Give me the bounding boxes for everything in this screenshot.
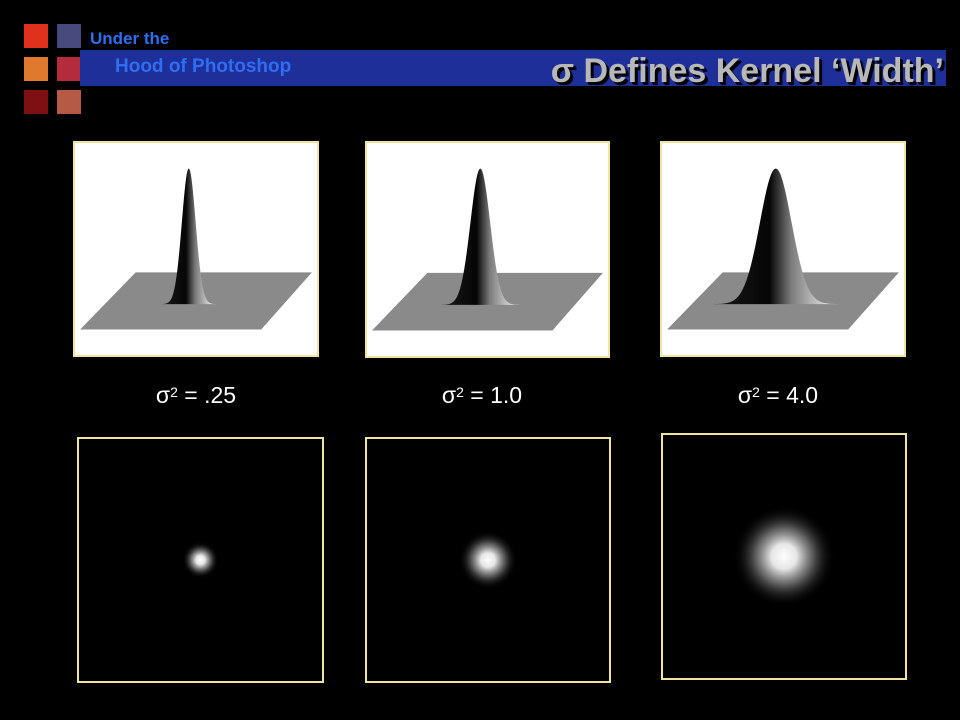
- logo: [24, 24, 82, 114]
- page-title: σ Defines Kernel ‘Width’: [550, 52, 944, 90]
- kernel-image-1: [77, 437, 324, 683]
- gaussian-blob: [458, 530, 518, 590]
- caption-sigma-2: σ2 = 1.0: [362, 382, 602, 409]
- kernel-image-graphic: [733, 505, 835, 608]
- logo-square: [24, 90, 48, 114]
- gaussian-blob: [182, 541, 219, 579]
- kernel-image-graphic: [182, 541, 219, 579]
- surface-plot-2: [365, 141, 610, 358]
- logo-square: [57, 57, 81, 81]
- brand-line-2: Hood of Photoshop: [115, 56, 292, 77]
- kernel-image-graphic: [458, 530, 518, 590]
- surface-plot-graphic: [667, 168, 899, 330]
- caption-sigma-1: σ2 = .25: [76, 382, 316, 409]
- brand-line-1: Under the: [90, 29, 170, 48]
- sigma-symbol: σ: [155, 382, 171, 408]
- surface-plot-1: [73, 141, 319, 357]
- logo-square: [57, 24, 81, 48]
- surface-plot-graphic: [80, 168, 312, 330]
- caption-value: = 4.0: [759, 382, 819, 408]
- kernel-image-2: [365, 437, 611, 683]
- sigma-symbol: σ: [441, 382, 457, 408]
- exponent: 2: [752, 384, 760, 400]
- logo-square: [24, 24, 48, 48]
- gaussian-blob: [733, 505, 835, 608]
- sigma-symbol: σ: [737, 382, 753, 408]
- surface-plot-3: [660, 141, 906, 357]
- surface-plot-graphic: [372, 168, 603, 331]
- logo-square: [24, 57, 48, 81]
- exponent: 2: [456, 384, 464, 400]
- logo-square: [57, 90, 81, 114]
- caption-value: = .25: [177, 382, 237, 408]
- caption-sigma-3: σ2 = 4.0: [658, 382, 898, 409]
- caption-value: = 1.0: [463, 382, 523, 408]
- exponent: 2: [170, 384, 178, 400]
- kernel-image-3: [661, 433, 907, 680]
